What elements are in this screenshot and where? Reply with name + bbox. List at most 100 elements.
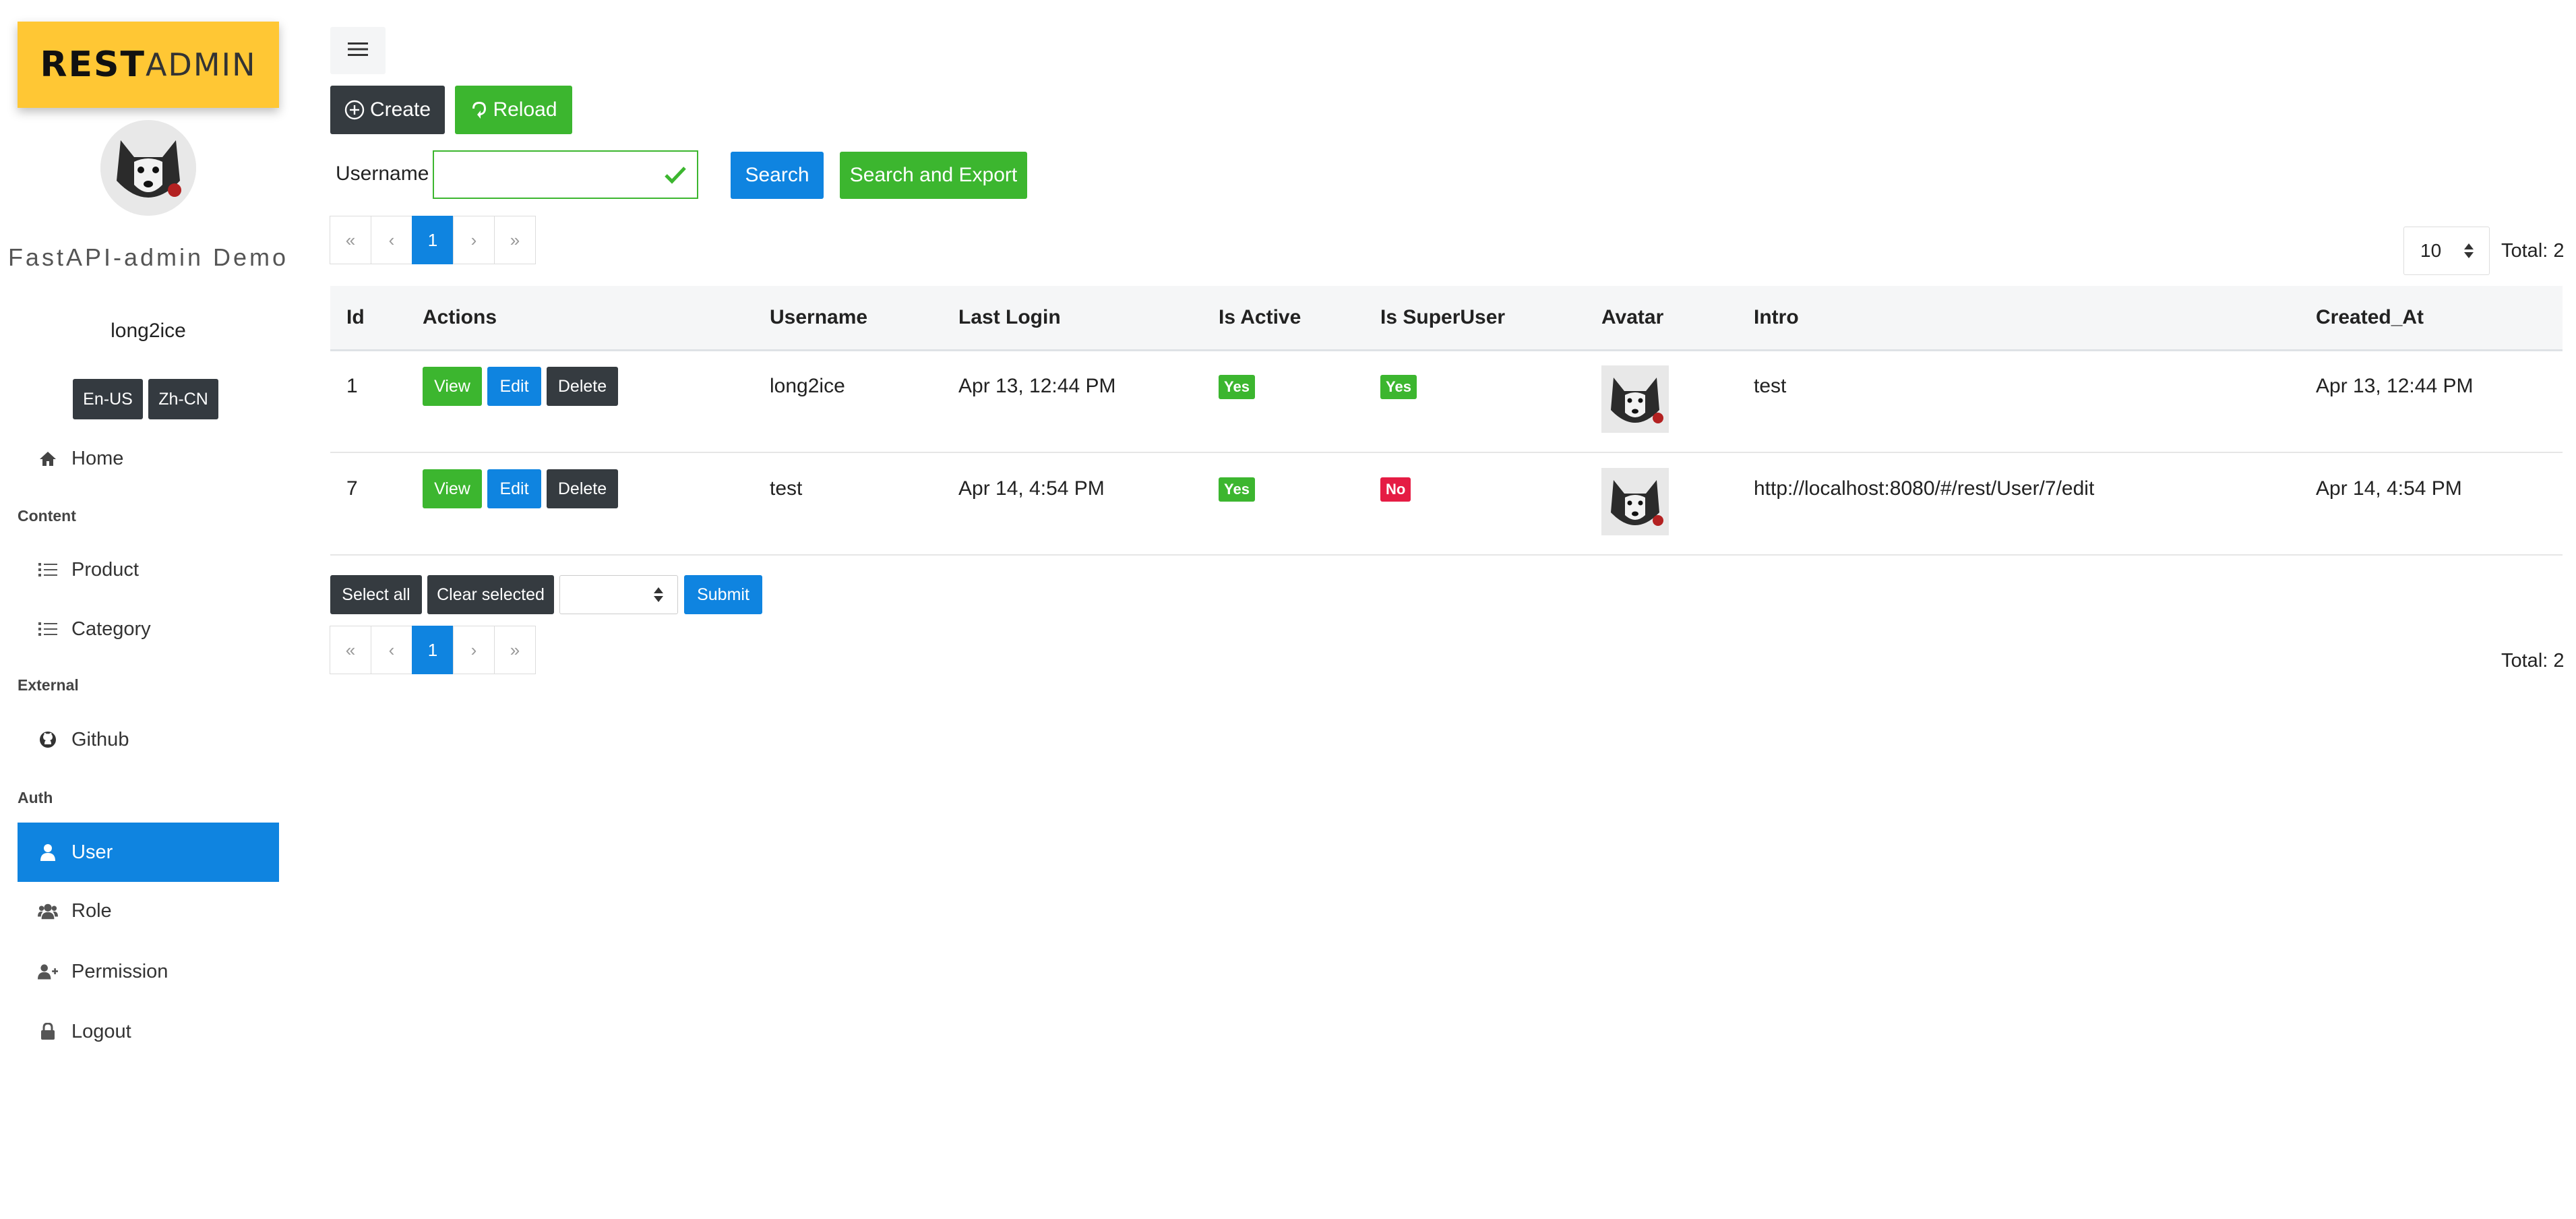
bulk-action-select[interactable]: [559, 575, 678, 614]
sidebar-item-label: Permission: [71, 960, 168, 982]
page-prev-button[interactable]: ‹: [371, 216, 412, 264]
sort-arrows-icon: [2463, 242, 2474, 264]
page-next-button[interactable]: ›: [453, 626, 495, 674]
page-first-button[interactable]: «: [330, 216, 371, 264]
search-button[interactable]: Search: [731, 152, 824, 199]
cell-created-at: Apr 13, 12:44 PM: [2316, 375, 2474, 397]
total-count-top: Total: 2: [2501, 240, 2565, 262]
select-all-button[interactable]: Select all: [330, 575, 422, 614]
column-header-username[interactable]: Username: [770, 306, 867, 329]
column-header-actions: Actions: [423, 306, 497, 328]
lang-zh-cn-button[interactable]: Zh-CN: [148, 379, 218, 419]
users-icon: [38, 902, 58, 920]
table-row: 1 View Edit Delete long2ice Apr 13, 12:4…: [330, 351, 2563, 453]
status-badge: Yes: [1380, 375, 1417, 399]
section-header-external: External: [18, 676, 79, 694]
hamburger-icon: [348, 41, 368, 61]
edit-button[interactable]: Edit: [487, 469, 541, 508]
view-button[interactable]: View: [423, 367, 482, 406]
total-count-bottom: Total: 2: [2501, 650, 2565, 672]
page-next-button[interactable]: ›: [453, 216, 495, 264]
sidebar-item-label: Github: [71, 728, 129, 750]
sort-arrows-icon: [653, 585, 664, 607]
avatar[interactable]: [1601, 365, 1669, 433]
table-header: Id Actions Username Last Login Is Active…: [330, 286, 2563, 351]
sidebar-item-label: User: [71, 841, 113, 863]
page-last-button[interactable]: »: [494, 216, 536, 264]
sidebar-item-logout[interactable]: Logout: [18, 1002, 279, 1061]
sidebar-item-label: Logout: [71, 1020, 131, 1042]
cell-id: 1: [346, 375, 358, 397]
list-icon: [38, 562, 58, 577]
per-page-select[interactable]: 10: [2403, 227, 2490, 275]
sidebar: REST ADMIN FastAPI-admin Demo long2ice En…: [0, 0, 297, 1219]
pagination-top: « ‹ 1 › »: [330, 216, 536, 264]
page-current-button[interactable]: 1: [412, 626, 454, 674]
reload-label: Reload: [493, 98, 557, 121]
cell-intro: test: [1754, 375, 1787, 397]
delete-button[interactable]: Delete: [547, 367, 618, 406]
lang-en-us-button[interactable]: En-US: [73, 379, 143, 419]
column-header-last-login[interactable]: Last Login: [958, 306, 1061, 329]
list-icon: [38, 622, 58, 636]
home-icon: [38, 450, 58, 467]
cell-username: test: [770, 477, 803, 500]
sidebar-item-label: Home: [71, 447, 124, 469]
pagination-bottom: « ‹ 1 › »: [330, 626, 536, 674]
sidebar-item-product[interactable]: Product: [18, 540, 279, 599]
sidebar-item-label: Product: [71, 558, 139, 581]
check-icon: [665, 165, 686, 187]
cell-last-login: Apr 14, 4:54 PM: [958, 477, 1105, 500]
sidebar-item-permission[interactable]: Permission: [18, 942, 279, 1001]
avatar[interactable]: [1601, 468, 1669, 535]
github-icon: [38, 731, 58, 748]
section-header-content: Content: [18, 507, 76, 525]
logo-rest-text: REST: [40, 44, 146, 85]
page-current-button[interactable]: 1: [412, 216, 454, 264]
view-button[interactable]: View: [423, 469, 482, 508]
reload-button[interactable]: Reload: [455, 86, 572, 134]
column-header-id[interactable]: Id: [346, 306, 365, 329]
rest-admin-logo[interactable]: REST ADMIN: [18, 22, 279, 108]
edit-button[interactable]: Edit: [487, 367, 541, 406]
column-header-is-superuser[interactable]: Is SuperUser: [1380, 306, 1505, 329]
page-last-button[interactable]: »: [494, 626, 536, 674]
cell-intro: http://localhost:8080/#/rest/User/7/edit: [1754, 477, 2095, 500]
status-badge: Yes: [1219, 375, 1255, 399]
username-filter-input[interactable]: [442, 152, 647, 198]
username-filter-input-wrapper[interactable]: [433, 150, 698, 199]
column-header-avatar[interactable]: Avatar: [1601, 306, 1663, 329]
search-export-button[interactable]: Search and Export: [840, 152, 1027, 199]
delete-button[interactable]: Delete: [547, 469, 618, 508]
username-filter-label: Username: [336, 162, 429, 185]
clear-selected-button[interactable]: Clear selected: [427, 575, 554, 614]
page-first-button[interactable]: «: [330, 626, 371, 674]
sidebar-item-role[interactable]: Role: [18, 881, 279, 941]
status-badge: No: [1380, 477, 1411, 502]
column-header-created-at[interactable]: Created_At: [2316, 306, 2424, 329]
column-header-is-active[interactable]: Is Active: [1219, 306, 1301, 329]
column-header-intro[interactable]: Intro: [1754, 306, 1799, 329]
page-prev-button[interactable]: ‹: [371, 626, 412, 674]
site-name: FastAPI-admin Demo: [7, 243, 289, 271]
per-page-value: 10: [2420, 240, 2442, 261]
sidebar-item-label: Role: [71, 899, 112, 922]
section-header-auth: Auth: [18, 789, 53, 806]
sidebar-item-user[interactable]: User: [18, 823, 279, 882]
sidebar-item-category[interactable]: Category: [18, 599, 279, 659]
cell-id: 7: [346, 477, 358, 500]
submit-button[interactable]: Submit: [684, 575, 762, 614]
status-badge: Yes: [1219, 477, 1255, 502]
user-name: long2ice: [111, 320, 186, 342]
cell-username: long2ice: [770, 375, 845, 397]
cell-last-login: Apr 13, 12:44 PM: [958, 375, 1116, 397]
menu-toggle-button[interactable]: [330, 27, 386, 74]
create-label: Create: [369, 98, 431, 121]
user-plus-icon: [38, 963, 58, 980]
cell-created-at: Apr 14, 4:54 PM: [2316, 477, 2462, 500]
logo-admin-text: ADMIN: [145, 47, 257, 83]
sidebar-item-github[interactable]: Github: [18, 710, 279, 769]
avatar: [100, 120, 196, 216]
create-button[interactable]: Create: [330, 86, 445, 134]
sidebar-item-home[interactable]: Home: [18, 429, 279, 488]
